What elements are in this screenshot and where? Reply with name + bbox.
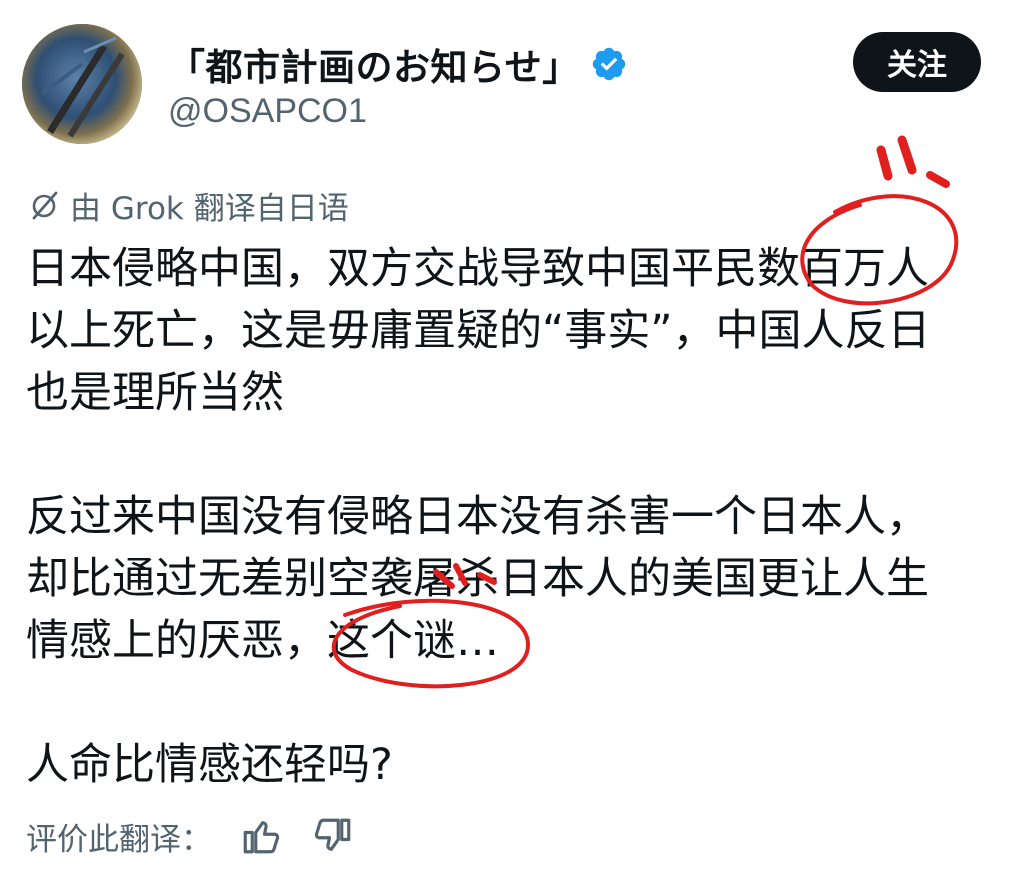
- tweet-text: 日本侵略中国，双方交战导致中国平民数百万人 以上死亡，这是毋庸置疑的“事实”，中…: [26, 238, 1001, 796]
- tweet-card: 「都市計画のお知らせ」 @OSAPCO1 关注 由 Grok 翻译自日语 日本侵…: [0, 0, 1024, 874]
- tweet-paragraph-3: 人命比情感还轻吗?: [26, 734, 1001, 796]
- annotation-spike: [876, 145, 893, 181]
- display-name[interactable]: 「都市計画のお知らせ」: [168, 37, 580, 91]
- text-line: 日本侵略中国，双方交战导致中国平民数百万人: [26, 244, 929, 294]
- text-line: 情感上的厌恶，这个谜…: [26, 616, 499, 666]
- annotation-spike: [926, 171, 950, 188]
- translation-notice: 由 Grok 翻译自日语: [28, 184, 349, 227]
- follow-button[interactable]: 关注: [853, 32, 981, 92]
- thumbs-down-icon[interactable]: [312, 815, 354, 857]
- thumbs-up-icon[interactable]: [240, 815, 282, 857]
- text-line: 反过来中国没有侵略日本没有杀害一个日本人，: [26, 492, 929, 542]
- avatar[interactable]: [22, 24, 142, 144]
- text-line: 却比通过无差别空袭屠杀日本人的美国更让人生: [26, 554, 929, 604]
- grok-slash-icon: [32, 191, 58, 220]
- tweet-paragraph-2: 反过来中国没有侵略日本没有杀害一个日本人， 却比通过无差别空袭屠杀日本人的美国更…: [26, 486, 1001, 672]
- translation-notice-text: 由 Grok 翻译自日语: [70, 190, 349, 227]
- text-line: 人命比情感还轻吗?: [26, 740, 393, 790]
- verified-badge-icon: [592, 47, 625, 81]
- user-handle[interactable]: @OSAPCO1: [168, 92, 367, 131]
- text-line: 以上死亡，这是毋庸置疑的“事实”，中国人反日: [26, 306, 931, 356]
- annotation-spike: [897, 135, 917, 175]
- tweet-paragraph-1: 日本侵略中国，双方交战导致中国平民数百万人 以上死亡，这是毋庸置疑的“事实”，中…: [26, 238, 1001, 424]
- text-line: 也是理所当然: [26, 368, 284, 418]
- rate-translation-row: 评价此翻译：: [26, 812, 354, 860]
- display-name-row: 「都市計画のお知らせ」: [168, 36, 628, 92]
- avatar-image: [22, 24, 142, 144]
- rate-translation-label: 评价此翻译：: [26, 821, 212, 858]
